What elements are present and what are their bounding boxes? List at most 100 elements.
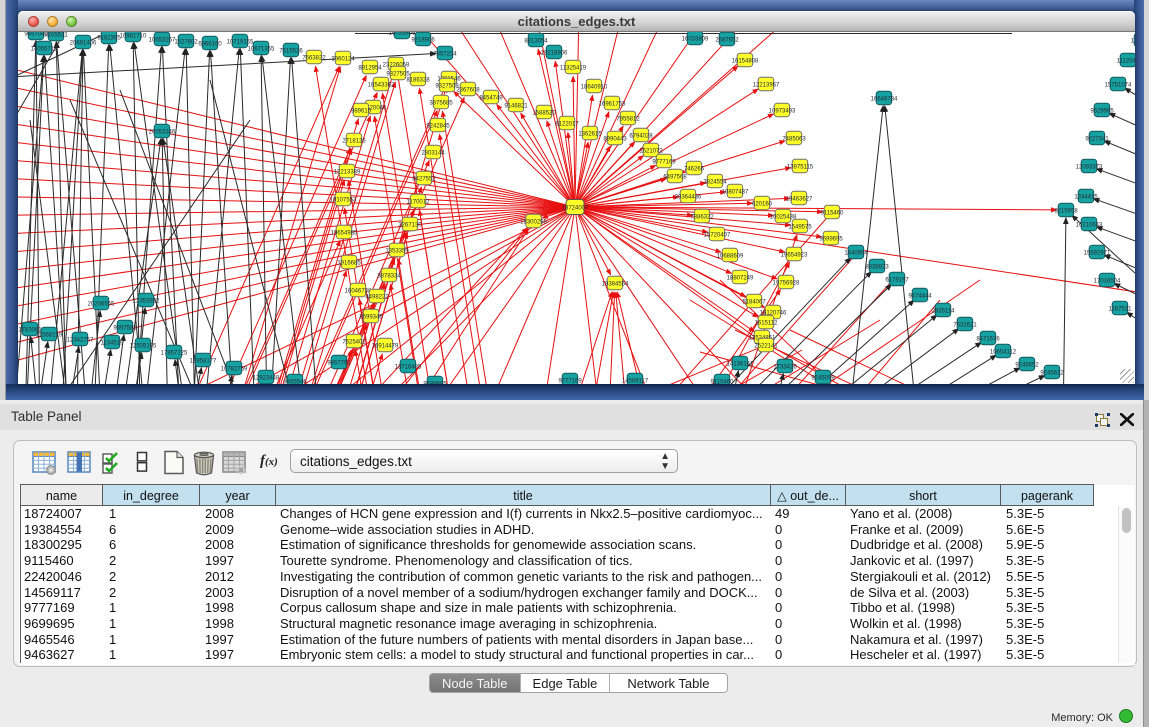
- svg-text:1244415: 1244415: [1074, 194, 1098, 200]
- svg-text:10688609: 10688609: [717, 253, 744, 259]
- svg-text:9227341: 9227341: [1085, 136, 1109, 142]
- svg-text:13716485: 13716485: [395, 364, 422, 370]
- svg-text:15692971: 15692971: [1084, 250, 1111, 256]
- svg-text:8912954: 8912954: [358, 65, 382, 71]
- svg-text:7632621: 7632621: [953, 322, 977, 328]
- svg-text:9182395: 9182395: [97, 35, 121, 41]
- svg-text:20053346: 20053346: [149, 129, 176, 135]
- svg-text:10653267: 10653267: [149, 37, 176, 43]
- svg-text:8215958: 8215958: [1054, 208, 1078, 214]
- svg-text:3267130: 3267130: [398, 222, 422, 228]
- svg-text:6794028: 6794028: [629, 133, 653, 139]
- svg-text:18724007: 18724007: [562, 205, 589, 211]
- svg-text:16648784: 16648784: [871, 96, 898, 102]
- svg-text:3960124: 3960124: [331, 56, 355, 62]
- svg-text:10958177: 10958177: [190, 358, 217, 364]
- svg-text:14136141: 14136141: [727, 361, 754, 367]
- svg-text:8990443: 8990443: [603, 136, 627, 142]
- svg-text:1170012: 1170012: [407, 199, 431, 205]
- svg-text:19463627: 19463627: [786, 196, 813, 202]
- svg-text:8186328: 8186328: [406, 77, 430, 83]
- svg-text:20364436: 20364436: [675, 194, 702, 200]
- svg-text:6179197: 6179197: [885, 277, 909, 283]
- svg-text:10973493: 10973493: [769, 108, 796, 114]
- svg-text:9465546: 9465546: [283, 379, 307, 384]
- svg-text:1916685: 1916685: [337, 260, 361, 266]
- svg-text:18807249: 18807249: [727, 275, 754, 281]
- svg-text:8938923: 8938923: [865, 264, 889, 270]
- svg-text:2687652: 2687652: [715, 37, 739, 43]
- svg-text:1362615: 1362615: [578, 131, 602, 137]
- svg-text:9245099: 9245099: [811, 375, 835, 381]
- svg-text:11325419: 11325419: [560, 65, 587, 71]
- svg-text:16033809: 16033809: [389, 32, 416, 36]
- svg-text:16154808: 16154808: [732, 58, 759, 64]
- svg-text:2935114: 2935114: [932, 308, 956, 314]
- svg-text:10654112: 10654112: [990, 349, 1017, 355]
- svg-text:9529965: 9529965: [1090, 108, 1114, 114]
- svg-text:12093373: 12093373: [1076, 164, 1103, 170]
- svg-text:19756928: 19756928: [773, 280, 800, 286]
- svg-text:620160: 620160: [752, 201, 773, 207]
- svg-text:1167531: 1167531: [1109, 306, 1133, 312]
- svg-text:9245652: 9245652: [1015, 362, 1039, 368]
- svg-text:17016504: 17016504: [1094, 278, 1121, 284]
- svg-text:8205531: 8205531: [44, 32, 68, 38]
- svg-text:7857224: 7857224: [433, 51, 457, 57]
- svg-text:8122017: 8122017: [555, 121, 579, 127]
- svg-text:12505195: 12505195: [130, 343, 157, 349]
- svg-text:9777169: 9777169: [652, 159, 676, 165]
- svg-text:9474444: 9474444: [908, 293, 932, 299]
- svg-text:18300295: 18300295: [520, 219, 547, 225]
- svg-text:1353359: 1353359: [385, 248, 409, 254]
- svg-text:10981710: 10981710: [120, 33, 147, 39]
- svg-text:746266: 746266: [684, 166, 705, 172]
- svg-text:3875685: 3875685: [429, 100, 453, 106]
- svg-text:16782759: 16782759: [221, 366, 248, 372]
- svg-text:15751074: 15751074: [1105, 82, 1132, 88]
- svg-text:9218906: 9218906: [411, 37, 435, 43]
- svg-text:12342757: 12342757: [67, 337, 94, 343]
- svg-text:1621072: 1621072: [639, 148, 663, 154]
- svg-text:17957225: 17957225: [161, 350, 188, 356]
- svg-text:8813054: 8813054: [524, 38, 548, 44]
- svg-text:8427552: 8427552: [412, 176, 436, 182]
- svg-text:9242845: 9242845: [426, 123, 450, 129]
- svg-text:20206555: 20206555: [88, 301, 115, 307]
- svg-text:989615: 989615: [351, 108, 372, 114]
- svg-text:14569117: 14569117: [622, 378, 649, 384]
- svg-text:9397585: 9397585: [113, 325, 137, 331]
- svg-text:2803144: 2803144: [421, 150, 445, 156]
- svg-text:8699346: 8699346: [359, 314, 383, 320]
- svg-text:3824554: 3824554: [703, 179, 727, 185]
- svg-text:19654985: 19654985: [331, 230, 358, 236]
- svg-text:13975115: 13975115: [787, 164, 814, 170]
- svg-text:1615112: 1615112: [755, 320, 779, 326]
- svg-text:5184067: 5184067: [742, 299, 766, 305]
- svg-text:11568219: 11568219: [36, 332, 63, 338]
- svg-text:7515526: 7515526: [279, 48, 303, 54]
- svg-text:8878334: 8878334: [377, 273, 401, 279]
- svg-text:16210643: 16210643: [1076, 222, 1103, 228]
- svg-text:1733426: 1733426: [773, 364, 797, 370]
- svg-text:12213389: 12213389: [334, 169, 361, 175]
- svg-text:4498222: 4498222: [365, 294, 389, 300]
- svg-text:6497568: 6497568: [663, 174, 687, 180]
- svg-text:19384554: 19384554: [602, 281, 629, 287]
- svg-text:10107553: 10107553: [330, 197, 357, 203]
- svg-text:19654923: 19654923: [781, 252, 808, 258]
- svg-text:9115460: 9115460: [821, 210, 845, 216]
- svg-text:20691406: 20691406: [70, 40, 97, 46]
- svg-text:1549575: 1549575: [788, 224, 812, 230]
- svg-text:16033809: 16033809: [682, 36, 709, 42]
- svg-text:7955812: 7955812: [616, 116, 640, 122]
- svg-text:7485063: 7485063: [782, 136, 806, 142]
- svg-text:12353932: 12353932: [133, 298, 160, 304]
- svg-text:14055712: 14055712: [31, 46, 58, 52]
- svg-text:2522141: 2522141: [754, 343, 778, 349]
- svg-text:8471676: 8471676: [976, 336, 1000, 342]
- svg-text:9245612: 9245612: [1040, 370, 1064, 376]
- svg-text:1588520: 1588520: [532, 110, 556, 116]
- svg-text:16961758: 16961758: [599, 101, 626, 107]
- svg-text:9327508: 9327508: [435, 83, 459, 89]
